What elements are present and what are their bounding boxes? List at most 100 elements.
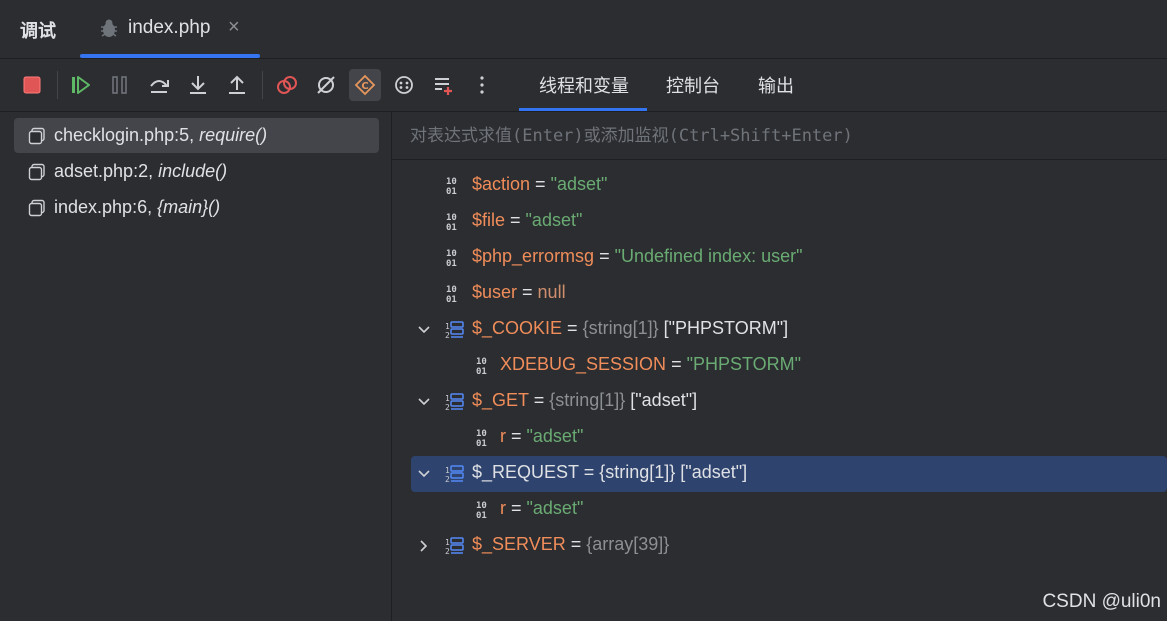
variable-value: "adset" [526,498,584,518]
toolbar-separator [262,71,263,99]
settings-icon [395,76,413,94]
svg-text:10: 10 [446,285,457,295]
svg-text:10: 10 [476,357,487,367]
tab-threads-variables[interactable]: 线程和变量 [519,59,647,111]
breakpoints-icon [277,76,297,94]
variable-row[interactable]: 10 01 r = "adset" [392,420,1167,456]
equals-sign: = [578,462,600,482]
chevron-down-icon[interactable] [417,467,431,481]
view-breakpoints-button[interactable] [271,69,303,101]
svg-text:2: 2 [445,331,450,340]
resume-button[interactable] [65,69,97,101]
chevron-right-icon[interactable] [417,539,431,553]
mute-breakpoints-icon [317,76,335,94]
step-into-button[interactable] [182,69,214,101]
add-watch-icon [435,78,452,95]
variable-type: {string[1]} [599,462,676,482]
pause-icon [112,76,127,94]
evaluate-expression-input[interactable] [392,112,1167,159]
variable-row[interactable]: 10 01 $php_errormsg = "Undefined index: u… [392,240,1167,276]
frames-panel: checklogin.php:5, require() adset.php:2,… [0,112,392,621]
step-out-button[interactable] [221,69,253,101]
step-out-icon [229,75,245,94]
break-on-first-line-button[interactable]: C [349,69,381,101]
pause-button[interactable] [104,69,136,101]
equals-sign: = [530,174,551,194]
primitive-value-icon: 1001 [446,249,457,268]
resume-icon [72,76,90,94]
variable-name: $_COOKIE [472,318,563,338]
array-icon: 12 [445,465,464,484]
add-watch-button[interactable] [427,69,459,101]
frame-item[interactable]: index.php:6, {main}() [14,190,379,225]
break-on-first-line-icon: C [354,74,376,96]
variable-row[interactable]: 10 01 $action = "adset" [392,168,1167,204]
svg-text:10: 10 [446,177,457,187]
tab-output[interactable]: 输出 [758,59,794,111]
more-button[interactable] [466,69,498,101]
variable-row[interactable]: 12 $_SERVER = {array[39]} [392,528,1167,564]
variable-name: $_REQUEST [472,462,579,482]
variable-row-selected[interactable]: 12 $_REQUEST = {string[1]} ["adset"] [411,456,1167,492]
step-over-button[interactable] [143,69,175,101]
toolbar-separator [57,71,58,99]
svg-text:01: 01 [476,367,487,376]
variable-row[interactable]: 10 01 $file = "adset" [392,204,1167,240]
svg-text:10: 10 [446,213,457,223]
svg-text:C: C [361,81,368,92]
svg-text:2: 2 [445,403,450,412]
svg-text:10: 10 [476,429,487,439]
primitive-value-icon: 1001 [476,501,487,520]
variable-name: $php_errormsg [472,246,595,266]
array-icon: 12 [445,393,464,412]
mute-breakpoints-button[interactable] [310,69,342,101]
primitive-value-icon: 1001 [446,177,457,196]
variable-value: null [537,282,566,302]
debug-session-tab[interactable]: index.php × [80,0,260,58]
close-icon[interactable]: × [228,16,240,39]
frame-item[interactable]: checklogin.php:5, require() [14,118,379,153]
equals-sign: = [506,498,527,518]
tab-console[interactable]: 控制台 [666,59,720,111]
svg-text:01: 01 [476,511,487,520]
variable-value: "Undefined index: user" [614,246,803,266]
stop-icon [23,76,41,94]
variable-row[interactable]: 12 $_GET = {string[1]} ["adset"] [392,384,1167,420]
variable-type: {array[39]} [586,534,670,554]
evaluate-expression-bar [392,112,1167,160]
tool-window-title: 调试 [20,21,56,41]
variable-row[interactable]: 10 01 $user = null [392,276,1167,312]
variable-value: "PHPSTORM" [686,354,802,374]
stop-button[interactable] [16,69,48,101]
frame-function: include() [158,161,228,181]
chevron-down-icon[interactable] [417,395,431,409]
variable-preview: ["adset"] [625,390,698,410]
svg-text:10: 10 [446,249,457,259]
step-into-icon [190,76,206,94]
bug-icon [101,19,117,37]
frame-file: adset.php:2, [54,161,154,181]
variable-type: {string[1]} [549,390,626,410]
primitive-value-icon: 1001 [476,429,487,448]
equals-sign: = [594,246,615,266]
chevron-down-icon[interactable] [417,323,431,337]
variable-value: "adset" [525,210,583,230]
more-icon [480,76,484,94]
frame-file: checklogin.php:5, [54,125,195,145]
variable-row[interactable]: 10 01 XDEBUG_SESSION = "PHPSTORM" [392,348,1167,384]
variable-name: $_GET [472,390,529,410]
svg-text:1: 1 [445,466,450,475]
equals-sign: = [505,210,526,230]
frame-icon [28,199,45,216]
tab-label: index.php [128,17,211,38]
variable-type: {string[1]} [582,318,659,338]
equals-sign: = [528,390,550,410]
equals-sign: = [506,426,527,446]
variable-row[interactable]: 12 $_COOKIE = {string[1]} ["PHPSTORM"] [392,312,1167,348]
variable-row[interactable]: 10 01 r = "adset" [392,492,1167,528]
svg-text:10: 10 [476,501,487,511]
frame-item[interactable]: adset.php:2, include() [14,154,379,189]
svg-text:01: 01 [446,223,457,232]
frame-function: {main}() [157,197,221,217]
settings-button[interactable] [388,69,420,101]
